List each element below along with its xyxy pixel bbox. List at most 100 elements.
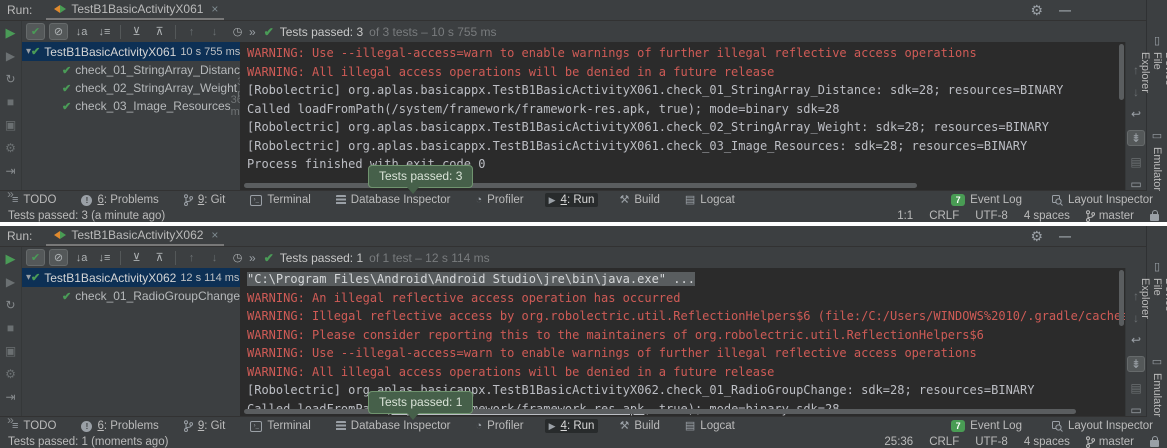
layout-inspector-button[interactable]: Layout Inspector <box>1048 419 1157 433</box>
toolwindow-logcat[interactable]: ▤Logcat <box>681 193 739 207</box>
test-case-row[interactable]: ✔ check_02_StringArray_Weight 327 ms <box>22 79 240 97</box>
sort-by-duration-icon[interactable]: ↓≡ <box>95 23 114 40</box>
vertical-scrollbar[interactable] <box>1119 270 1124 326</box>
toolwindow-database-inspector[interactable]: Database Inspector <box>332 419 455 433</box>
indent-setting[interactable]: 4 spaces <box>1024 436 1070 448</box>
show-ignored-toggle[interactable]: ⊘ <box>49 23 68 40</box>
toolwindow-run[interactable]: ▶4: Run <box>545 419 599 433</box>
show-passed-toggle[interactable]: ✔ <box>26 249 45 266</box>
tab-test-x061[interactable]: TestB1BasicActivityX061 × <box>46 0 224 20</box>
expand-all-icon[interactable]: ⊻ <box>127 23 146 40</box>
soft-wrap-icon[interactable]: ↩ <box>1131 334 1141 346</box>
gear-icon[interactable]: ⚙ <box>1030 3 1043 17</box>
toolwindow-device-file-explorer[interactable]: ▯ Device File Explorer <box>1139 34 1167 99</box>
rerun-icon[interactable]: ↻ <box>5 299 15 311</box>
toolwindow-logcat[interactable]: ▤Logcat <box>681 419 739 433</box>
clear-console-icon[interactable]: ▭ <box>1130 404 1141 416</box>
rerun-tests-icon[interactable]: ▶ <box>6 26 16 39</box>
next-failed-icon[interactable]: ↓ <box>205 23 224 40</box>
file-encoding[interactable]: UTF-8 <box>975 210 1008 222</box>
test-history-icon[interactable]: ◷ <box>228 23 247 40</box>
rerun-failed-tests-icon[interactable]: ▶ <box>6 276 15 288</box>
stop-icon[interactable]: ■ <box>7 96 14 108</box>
expand-all-icon[interactable]: ⊻ <box>127 249 146 266</box>
test-case-row[interactable]: ✔ check_01_RadioGroupChange 12 s 114 ms <box>22 287 240 305</box>
sort-by-duration-icon[interactable]: ↓≡ <box>95 249 114 266</box>
toolwindow-profiler[interactable]: ◔Profiler <box>472 193 528 207</box>
toolbar-overflow-chevron-icon[interactable]: » <box>249 251 256 265</box>
line-separator[interactable]: CRLF <box>929 436 959 448</box>
close-icon[interactable]: × <box>211 2 218 16</box>
show-passed-toggle[interactable]: ✔ <box>26 23 45 40</box>
minimize-icon[interactable]: — <box>1059 229 1071 243</box>
gear-icon[interactable]: ⚙ <box>1030 229 1043 243</box>
print-icon[interactable]: ▤ <box>1130 382 1141 394</box>
lock-icon[interactable] <box>1150 440 1159 447</box>
tab-test-x062[interactable]: TestB1BasicActivityX062 × <box>46 226 224 246</box>
caret-position[interactable]: 1:1 <box>897 210 913 222</box>
lock-icon[interactable] <box>1150 214 1159 221</box>
screenshot-icon[interactable]: ▣ <box>5 119 16 131</box>
sort-alphabetically-icon[interactable]: ↓a <box>72 249 91 266</box>
toolwindow-profiler[interactable]: ◔Profiler <box>472 419 528 433</box>
stop-icon[interactable]: ■ <box>7 322 14 334</box>
previous-failed-icon[interactable]: ↑ <box>182 249 201 266</box>
toolwindow-build[interactable]: ⚒Build <box>615 193 663 207</box>
vertical-scrollbar[interactable] <box>1119 44 1124 100</box>
file-encoding[interactable]: UTF-8 <box>975 436 1008 448</box>
toolwindow-terminal[interactable]: ›_Terminal <box>246 193 314 207</box>
minimize-icon[interactable]: — <box>1059 3 1071 17</box>
toolwindow-terminal[interactable]: ›_Terminal <box>246 419 314 433</box>
scroll-to-end-icon[interactable]: ⇟ <box>1127 356 1145 372</box>
test-suite-row[interactable]: ▾ ✔ TestB1BasicActivityX061 (org.aplas.t… <box>22 42 240 61</box>
toolwindow-problems[interactable]: !6: Problems <box>77 193 162 207</box>
test-settings-icon[interactable]: ⚙ <box>5 142 16 154</box>
navigate-icon[interactable]: ⇥ <box>5 165 15 177</box>
toolwindow-run[interactable]: ▶4: Run <box>545 193 599 207</box>
rerun-failed-tests-icon[interactable]: ▶ <box>6 50 15 62</box>
layout-inspector-button[interactable]: Layout Inspector <box>1048 193 1157 207</box>
toolwindow-todo[interactable]: ≡TODO <box>8 419 60 433</box>
test-toolbar-row: ✔ ⊘ ↓a ↓≡ ⊻ ⊼ ↑ ↓ ◷ » ✔ <box>22 21 1146 42</box>
test-settings-icon[interactable]: ⚙ <box>5 368 16 380</box>
indent-setting[interactable]: 4 spaces <box>1024 210 1070 222</box>
scroll-to-end-icon[interactable]: ⇟ <box>1127 130 1145 146</box>
toolwindow-git[interactable]: 9: Git <box>180 419 230 433</box>
sort-alphabetically-icon[interactable]: ↓a <box>72 23 91 40</box>
event-log-button[interactable]: 7Event Log <box>947 193 1026 207</box>
line-separator[interactable]: CRLF <box>929 210 959 222</box>
toolwindow-emulator[interactable]: ▭ Emulator <box>1151 355 1164 417</box>
rerun-icon[interactable]: ↻ <box>5 73 15 85</box>
status-message[interactable]: Tests passed: 1 (moments ago) <box>8 436 168 448</box>
previous-failed-icon[interactable]: ↑ <box>182 23 201 40</box>
show-ignored-toggle[interactable]: ⊘ <box>49 249 68 266</box>
collapse-all-icon[interactable]: ⊼ <box>150 249 169 266</box>
git-branch-widget[interactable]: master <box>1086 210 1134 222</box>
test-suite-row[interactable]: ▾ ✔ TestB1BasicActivityX062 (org.aplas.t… <box>22 268 240 287</box>
toolwindow-database-inspector[interactable]: Database Inspector <box>332 193 455 207</box>
rerun-tests-icon[interactable]: ▶ <box>6 252 16 265</box>
git-branch-widget[interactable]: master <box>1086 436 1134 448</box>
test-case-row[interactable]: ✔ check_03_Image_Resources 364 ms <box>22 97 240 115</box>
toolwindow-problems[interactable]: !6: Problems <box>77 419 162 433</box>
soft-wrap-icon[interactable]: ↩ <box>1131 108 1141 120</box>
status-message[interactable]: Tests passed: 3 (a minute ago) <box>8 210 165 222</box>
test-case-row[interactable]: ✔ check_01_StringArray_Distance 10 s 64 … <box>22 61 240 79</box>
collapse-all-icon[interactable]: ⊼ <box>150 23 169 40</box>
toolwindow-todo[interactable]: ≡TODO <box>8 193 60 207</box>
next-failed-icon[interactable]: ↓ <box>205 249 224 266</box>
toolwindow-git[interactable]: 9: Git <box>180 193 230 207</box>
close-icon[interactable]: × <box>211 228 218 242</box>
horizontal-scrollbar[interactable] <box>244 183 917 188</box>
screenshot-icon[interactable]: ▣ <box>5 345 16 357</box>
toolbar-overflow-chevron-icon[interactable]: » <box>249 25 256 39</box>
toolwindow-device-file-explorer[interactable]: ▯ Device File Explorer <box>1139 260 1167 325</box>
caret-position[interactable]: 25:36 <box>884 436 913 448</box>
clear-console-icon[interactable]: ▭ <box>1130 178 1141 190</box>
event-log-button[interactable]: 7Event Log <box>947 419 1026 433</box>
navigate-icon[interactable]: ⇥ <box>5 391 15 403</box>
toolwindow-build[interactable]: ⚒Build <box>615 419 663 433</box>
test-history-icon[interactable]: ◷ <box>228 249 247 266</box>
toolwindow-emulator[interactable]: ▭ Emulator <box>1151 129 1164 191</box>
print-icon[interactable]: ▤ <box>1130 156 1141 168</box>
